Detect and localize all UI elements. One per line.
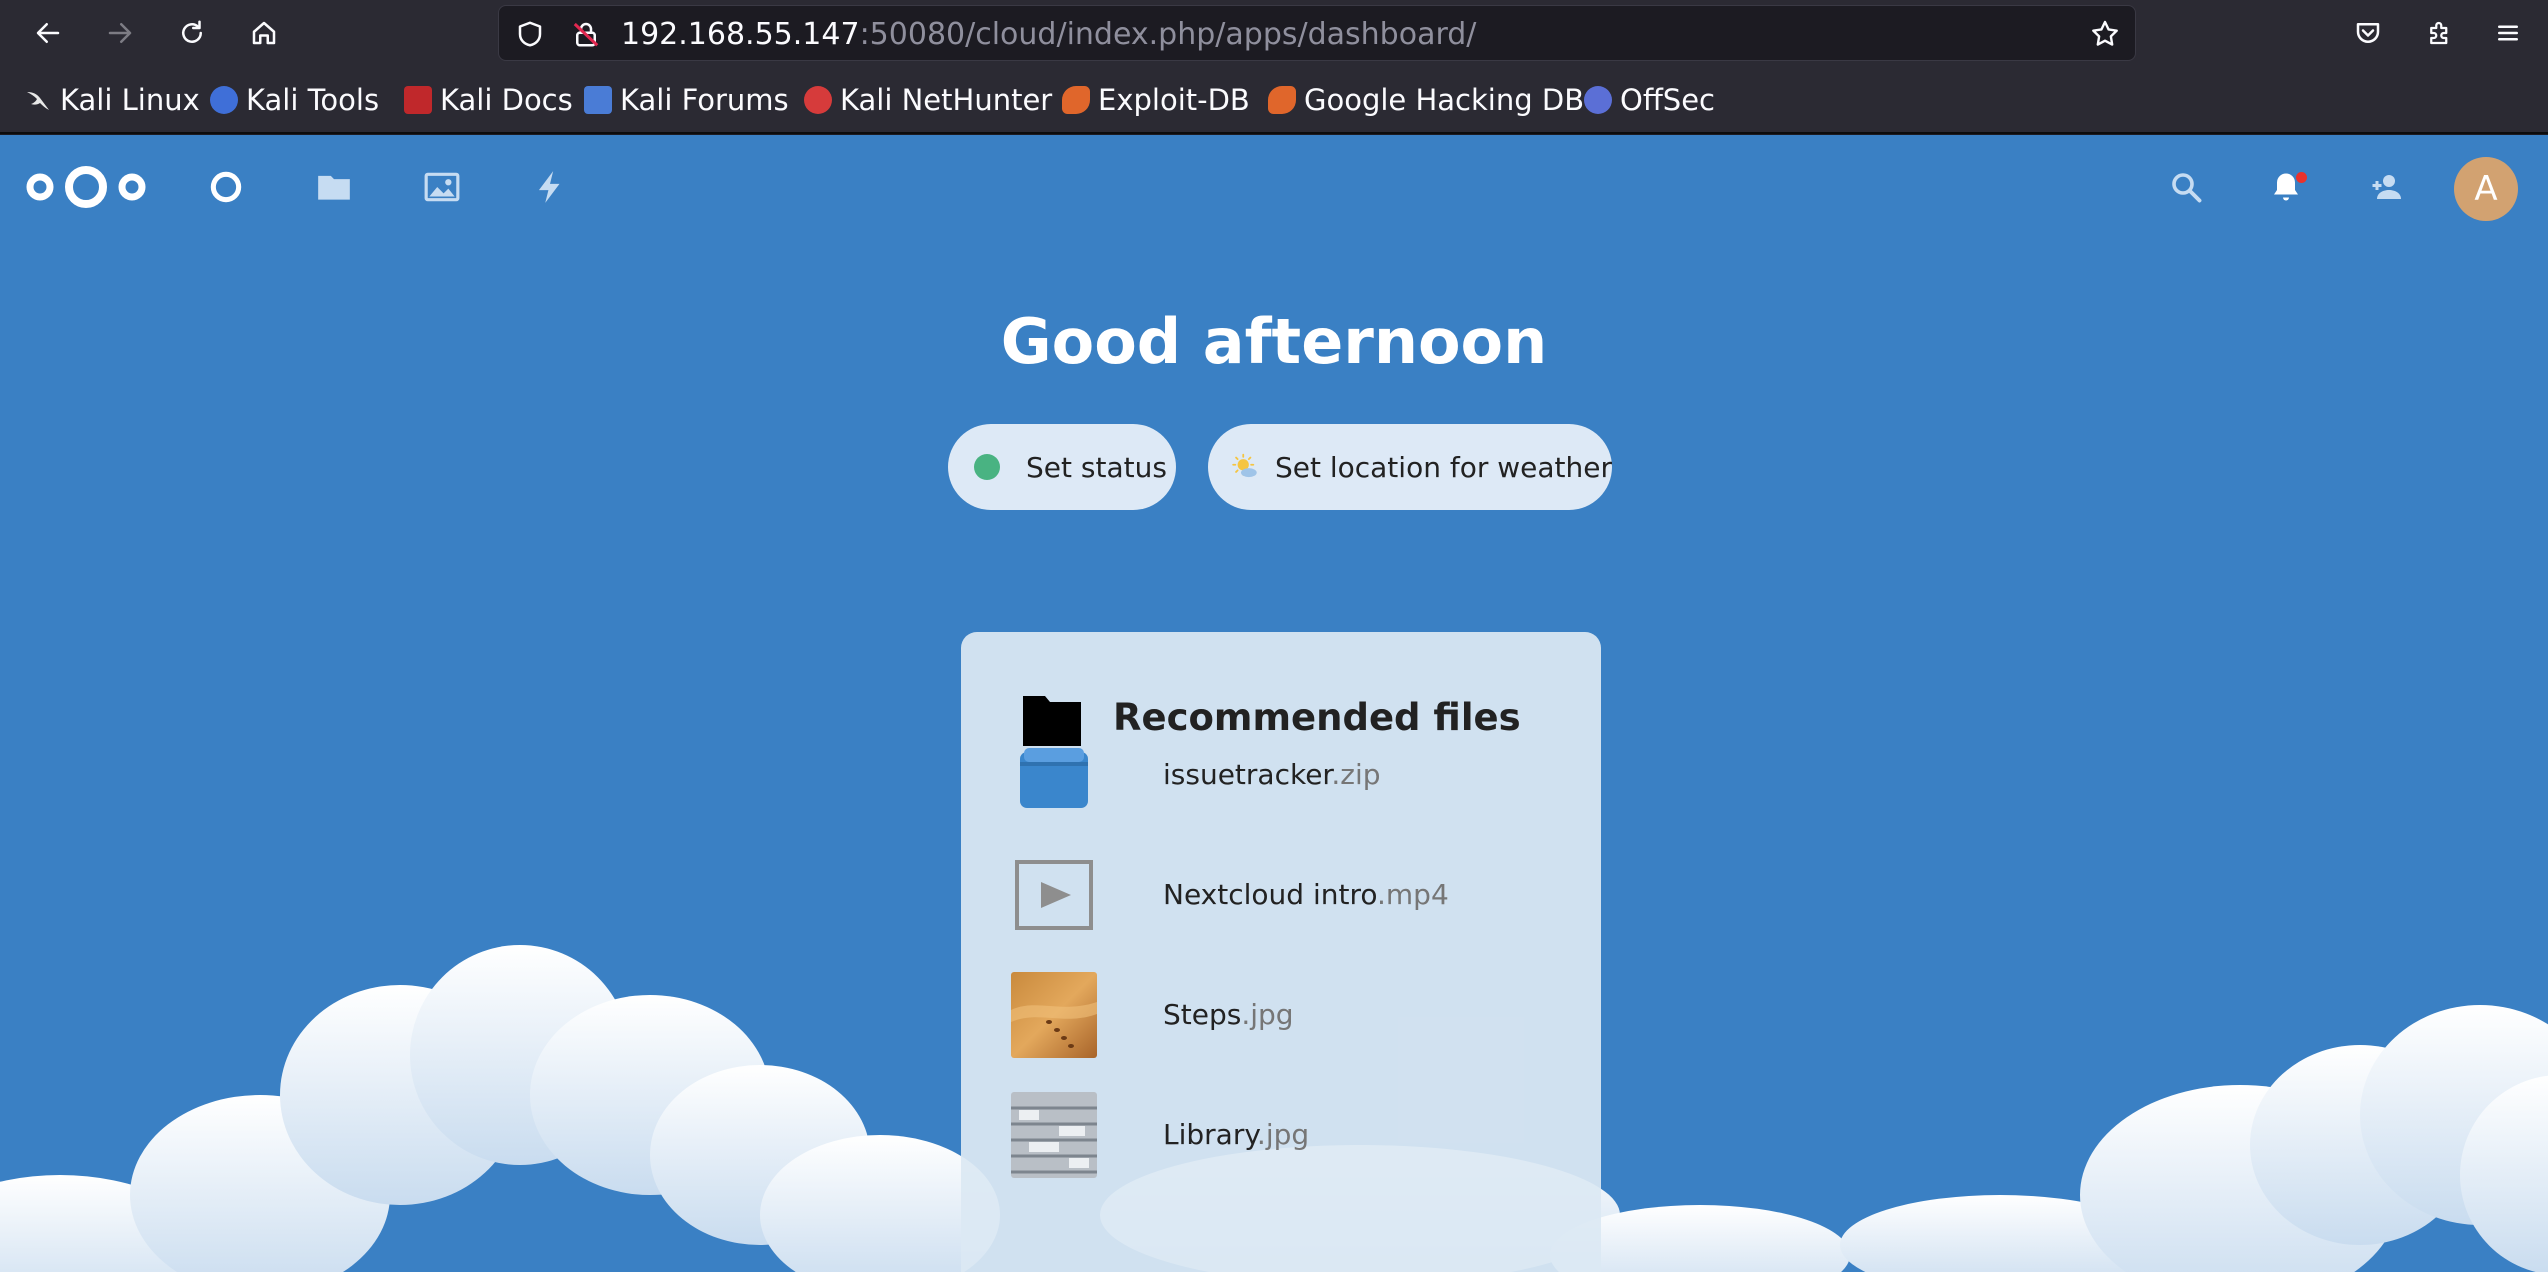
image-icon bbox=[424, 172, 460, 202]
set-status-button[interactable]: Set status bbox=[948, 424, 1176, 510]
image-thumbnail-steps bbox=[1009, 970, 1099, 1060]
forward-button[interactable] bbox=[96, 9, 144, 57]
reload-icon bbox=[182, 20, 202, 43]
greeting-heading: Good afternoon bbox=[1000, 305, 1548, 378]
search-button[interactable] bbox=[2164, 165, 2208, 209]
video-icon bbox=[1009, 850, 1099, 940]
offsec-icon bbox=[1584, 86, 1612, 114]
file-basename: issuetracker bbox=[1163, 758, 1332, 791]
bookmark-kali-nethunter[interactable]: Kali NetHunter bbox=[804, 82, 1052, 118]
bookmark-kali-tools[interactable]: Kali Tools bbox=[210, 82, 379, 118]
set-weather-location-button[interactable]: Set location for weather bbox=[1208, 424, 1612, 510]
pocket-button[interactable] bbox=[2344, 9, 2392, 57]
set-status-label: Set status bbox=[1026, 450, 1167, 484]
insecure-lock-icon[interactable] bbox=[571, 19, 601, 49]
bookmark-exploit-db[interactable]: Exploit-DB bbox=[1062, 82, 1250, 118]
hamburger-menu-icon bbox=[2498, 25, 2518, 41]
online-status-icon bbox=[974, 454, 1000, 480]
bookmark-label: Kali Linux bbox=[60, 83, 200, 117]
bookmark-label: Kali Forums bbox=[620, 83, 789, 117]
bookmark-label: Kali Tools bbox=[246, 83, 380, 117]
extensions-button[interactable] bbox=[2416, 9, 2464, 57]
nextcloud-logo-icon[interactable] bbox=[22, 159, 150, 215]
file-name: issuetracker.zip bbox=[1163, 758, 1381, 791]
kali-tools-icon bbox=[210, 86, 238, 114]
bookmark-label: Exploit-DB bbox=[1098, 83, 1250, 117]
ghdb-icon bbox=[1268, 86, 1296, 114]
back-button[interactable] bbox=[24, 9, 72, 57]
file-row-steps[interactable]: Steps.jpg bbox=[1009, 970, 1569, 1060]
file-name: Library.jpg bbox=[1163, 1118, 1309, 1151]
kali-dragon-icon bbox=[24, 86, 52, 114]
home-button[interactable] bbox=[240, 9, 288, 57]
exploit-db-icon bbox=[1062, 86, 1090, 114]
app-activity[interactable] bbox=[528, 165, 572, 209]
bookmark-label: OffSec bbox=[1620, 83, 1716, 117]
menu-button[interactable] bbox=[2484, 9, 2532, 57]
nextcloud-header: A bbox=[0, 135, 2548, 235]
url-host: 192.168.55.147 bbox=[621, 17, 860, 52]
kali-docs-icon bbox=[404, 86, 432, 114]
search-icon bbox=[2172, 173, 2202, 203]
app-dashboard[interactable] bbox=[204, 165, 248, 209]
arrow-right-icon bbox=[108, 23, 132, 43]
dashboard-circle-icon bbox=[210, 171, 242, 203]
archive-icon bbox=[1009, 730, 1099, 820]
bookmark-label: Kali NetHunter bbox=[840, 83, 1053, 117]
file-row-library[interactable]: Library.jpg bbox=[1009, 1090, 1569, 1180]
set-weather-label: Set location for weather bbox=[1274, 450, 1612, 484]
bookmark-star-icon[interactable] bbox=[2089, 18, 2121, 50]
file-basename: Nextcloud intro bbox=[1163, 878, 1377, 911]
url-path: :50080/cloud/index.php/apps/dashboard/ bbox=[859, 17, 1477, 52]
file-row-nextcloud-intro[interactable]: Nextcloud intro.mp4 bbox=[1009, 850, 1569, 940]
bookmark-google-hacking-db[interactable]: Google Hacking DB bbox=[1268, 82, 1584, 118]
kali-forums-icon bbox=[584, 86, 612, 114]
folder-icon bbox=[318, 175, 350, 200]
kali-nethunter-icon bbox=[804, 86, 832, 114]
file-basename: Library bbox=[1163, 1118, 1257, 1151]
contacts-button[interactable] bbox=[2364, 165, 2408, 209]
bookmarks-bar: Kali Linux Kali Tools Kali Docs Kali For… bbox=[0, 66, 2548, 134]
file-basename: Steps bbox=[1163, 998, 1242, 1031]
file-row-issuetracker[interactable]: issuetracker.zip bbox=[1009, 730, 1569, 820]
image-thumbnail-library bbox=[1009, 1090, 1099, 1180]
reload-button[interactable] bbox=[168, 9, 216, 57]
app-photos[interactable] bbox=[420, 165, 464, 209]
avatar-letter: A bbox=[2474, 169, 2498, 209]
file-extension: .mp4 bbox=[1377, 878, 1449, 911]
url-bar[interactable]: 192.168.55.147:50080/cloud/index.php/app… bbox=[498, 5, 2136, 61]
file-name: Nextcloud intro.mp4 bbox=[1163, 878, 1449, 911]
arrow-left-icon bbox=[36, 23, 60, 43]
bookmark-label: Kali Docs bbox=[440, 83, 573, 117]
file-name: Steps.jpg bbox=[1163, 998, 1294, 1031]
lightning-icon bbox=[538, 171, 560, 203]
bookmark-label: Google Hacking DB bbox=[1304, 83, 1585, 117]
url-text[interactable]: 192.168.55.147:50080/cloud/index.php/app… bbox=[621, 17, 1476, 52]
sun-cloud-icon bbox=[1232, 453, 1257, 478]
file-extension: .jpg bbox=[1241, 998, 1294, 1031]
shield-icon[interactable] bbox=[515, 19, 545, 49]
file-extension: .zip bbox=[1331, 758, 1381, 791]
app-files[interactable] bbox=[312, 165, 356, 209]
user-avatar[interactable]: A bbox=[2454, 157, 2518, 221]
pocket-icon bbox=[2356, 23, 2380, 43]
nextcloud-dashboard: A Good afternoon Set status Set location… bbox=[0, 135, 2548, 1272]
puzzle-icon bbox=[2430, 21, 2448, 45]
home-icon bbox=[252, 21, 276, 45]
notification-badge bbox=[2296, 172, 2307, 183]
recommended-files-panel: Recommended files issuetracker.zip Nextc… bbox=[961, 632, 1601, 1272]
bookmark-kali-linux[interactable]: Kali Linux bbox=[24, 82, 200, 118]
contacts-icon bbox=[2372, 175, 2401, 199]
browser-toolbar: 192.168.55.147:50080/cloud/index.php/app… bbox=[0, 0, 2548, 66]
bookmark-kali-forums[interactable]: Kali Forums bbox=[584, 82, 789, 118]
file-extension: .jpg bbox=[1256, 1118, 1310, 1151]
bookmark-offsec[interactable]: OffSec bbox=[1584, 82, 1715, 118]
bookmark-kali-docs[interactable]: Kali Docs bbox=[404, 82, 573, 118]
